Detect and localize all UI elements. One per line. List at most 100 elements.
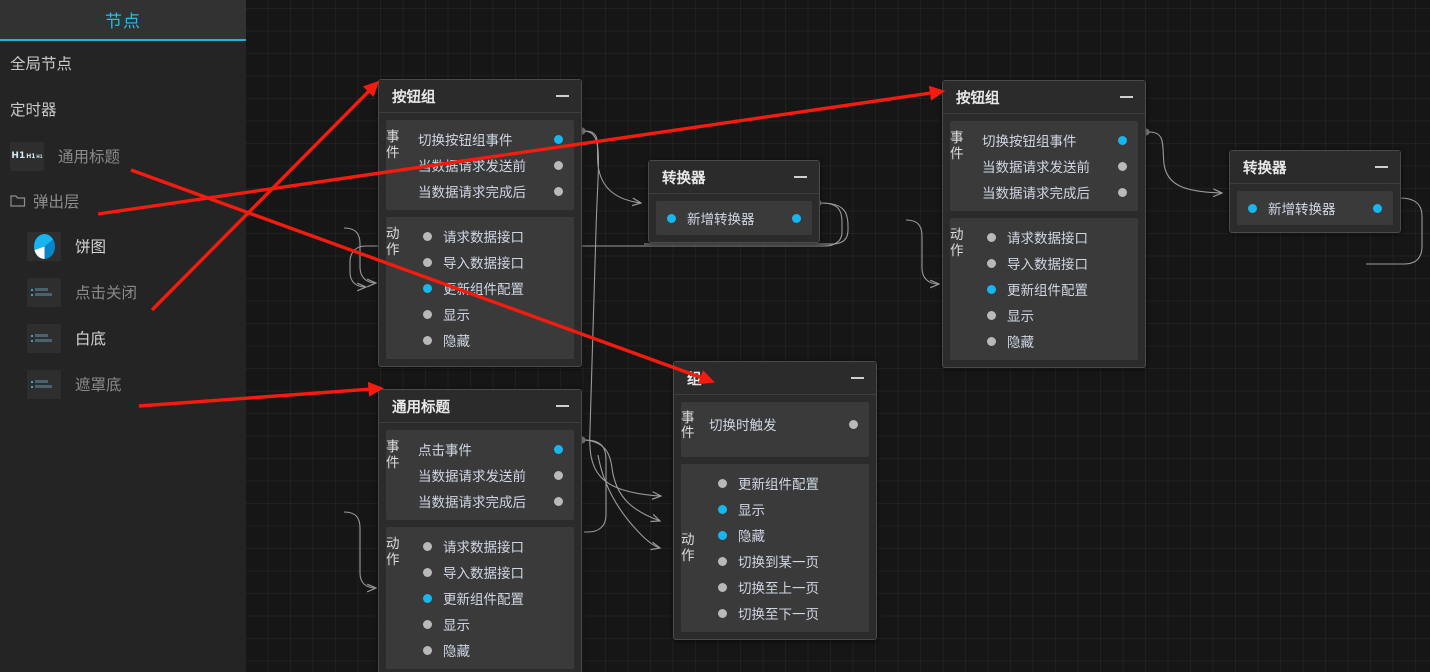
minimize-icon[interactable] — [851, 377, 864, 379]
action-row[interactable]: 请求数据接口 — [976, 224, 1138, 250]
node-converter-1[interactable]: 转换器 新增转换器 — [648, 160, 820, 243]
action-row[interactable]: 显示 — [707, 496, 869, 522]
port-dot[interactable] — [423, 619, 432, 629]
sidebar-item-common-title[interactable]: H1H1H1 通用标题 — [0, 133, 246, 179]
sidebar-item-mask-background[interactable]: 遮罩底 — [0, 361, 246, 407]
port-dot[interactable] — [554, 470, 563, 480]
action-row[interactable]: 切换至上一页 — [707, 574, 869, 600]
sidebar-item-white-background[interactable]: 白底 — [0, 315, 246, 361]
port-dot[interactable] — [423, 283, 432, 293]
action-row[interactable]: 请求数据接口 — [412, 533, 574, 559]
minimize-icon[interactable] — [794, 176, 807, 178]
sidebar-group-timer[interactable]: 定时器 — [0, 87, 246, 133]
action-row[interactable]: 导入数据接口 — [412, 559, 574, 585]
port-dot[interactable] — [718, 582, 727, 592]
action-row[interactable]: 更新组件配置 — [412, 275, 574, 301]
event-row[interactable]: 当数据请求发送前 — [412, 462, 574, 488]
sidebar-item-pie-chart[interactable]: 饼图 — [0, 223, 246, 269]
sidebar-group-global-nodes[interactable]: 全局节点 — [0, 41, 246, 87]
minimize-icon[interactable] — [556, 95, 569, 97]
port-dot[interactable] — [1118, 135, 1127, 145]
h1-heading-icon: H1H1H1 — [10, 141, 44, 171]
port-dot[interactable] — [987, 284, 996, 294]
event-row[interactable]: 当数据请求完成后 — [412, 488, 574, 514]
node-group[interactable]: 组 事件 切换时触发 动作 更新组件配置 显示 隐藏 切换到某一页 切换至上一页… — [673, 361, 877, 640]
port-dot[interactable] — [1118, 187, 1127, 197]
sidebar-item-click-close[interactable]: 点击关闭 — [0, 269, 246, 315]
action-row[interactable]: 显示 — [976, 302, 1138, 328]
sidebar-folder-popup-layer[interactable]: 弹出层 — [0, 179, 246, 223]
action-row[interactable]: 显示 — [412, 301, 574, 327]
port-dot[interactable] — [423, 593, 432, 603]
port-dot[interactable] — [1118, 161, 1127, 171]
action-row[interactable]: 隐藏 — [707, 522, 869, 548]
action-row[interactable]: 隐藏 — [412, 327, 574, 353]
port-dot[interactable] — [554, 134, 563, 144]
port-dot[interactable] — [423, 309, 432, 319]
event-row[interactable]: 当数据请求完成后 — [976, 179, 1138, 205]
port-dot[interactable] — [718, 608, 727, 618]
minimize-icon[interactable] — [556, 405, 569, 407]
event-row[interactable]: 切换按钮组事件 — [976, 127, 1138, 153]
event-row[interactable]: 当数据请求完成后 — [412, 178, 574, 204]
port-dot[interactable] — [667, 213, 676, 223]
node-converter-2[interactable]: 转换器 新增转换器 — [1229, 150, 1401, 233]
action-row[interactable]: 新增转换器 — [656, 206, 812, 230]
sidebar-tab-nodes[interactable]: 节点 — [0, 0, 246, 41]
event-row[interactable]: 切换时触发 — [703, 411, 869, 437]
action-row[interactable]: 导入数据接口 — [412, 249, 574, 275]
pie-chart-icon — [27, 231, 61, 261]
port-dot[interactable] — [849, 419, 858, 429]
port-dot[interactable] — [718, 504, 727, 514]
node-title-bar[interactable]: 转换器 — [649, 161, 819, 194]
node-btngroup-2[interactable]: 按钮组 事件 切换按钮组事件 当数据请求发送前 当数据请求完成后 动作 请求数据… — [942, 80, 1146, 368]
action-row[interactable]: 隐藏 — [412, 637, 574, 663]
action-row[interactable]: 导入数据接口 — [976, 250, 1138, 276]
port-dot[interactable] — [554, 444, 563, 454]
node-title-bar[interactable]: 通用标题 — [379, 390, 581, 423]
action-row[interactable]: 更新组件配置 — [976, 276, 1138, 302]
event-row[interactable]: 点击事件 — [412, 436, 574, 462]
event-row[interactable]: 当数据请求发送前 — [412, 152, 574, 178]
node-btngroup-1[interactable]: 按钮组 事件 切换按钮组事件 当数据请求发送前 当数据请求完成后 动作 请求数据… — [378, 79, 582, 367]
action-row[interactable]: 更新组件配置 — [707, 470, 869, 496]
node-common-title[interactable]: 通用标题 事件 点击事件 当数据请求发送前 当数据请求完成后 动作 请求数据接口… — [378, 389, 582, 672]
port-dot[interactable] — [718, 478, 727, 488]
port-dot[interactable] — [987, 310, 996, 320]
action-row[interactable]: 更新组件配置 — [412, 585, 574, 611]
port-dot[interactable] — [987, 232, 996, 242]
port-dot[interactable] — [987, 258, 996, 268]
port-dot[interactable] — [423, 257, 432, 267]
action-row[interactable]: 切换到某一页 — [707, 548, 869, 574]
port-dot[interactable] — [1373, 203, 1382, 213]
port-dot[interactable] — [554, 186, 563, 196]
port-dot[interactable] — [554, 160, 563, 170]
node-title-bar[interactable]: 按钮组 — [943, 81, 1145, 114]
port-dot[interactable] — [423, 567, 432, 577]
port-dot[interactable] — [423, 231, 432, 241]
node-title-bar[interactable]: 按钮组 — [379, 80, 581, 113]
node-title-bar[interactable]: 转换器 — [1230, 151, 1400, 184]
minimize-icon[interactable] — [1120, 96, 1133, 98]
node-actions-section: 动作 更新组件配置 显示 隐藏 切换到某一页 切换至上一页 切换至下一页 — [681, 464, 869, 632]
port-dot[interactable] — [423, 541, 432, 551]
event-row[interactable]: 切换按钮组事件 — [412, 126, 574, 152]
port-dot[interactable] — [423, 645, 432, 655]
action-row[interactable]: 隐藏 — [976, 328, 1138, 354]
minimize-icon[interactable] — [1375, 166, 1388, 168]
sidebar-item-label: 点击关闭 — [75, 284, 138, 302]
port-dot[interactable] — [1248, 203, 1257, 213]
action-row[interactable]: 切换至下一页 — [707, 600, 869, 626]
port-dot[interactable] — [423, 335, 432, 345]
port-dot[interactable] — [718, 530, 727, 540]
port-dot[interactable] — [792, 213, 801, 223]
port-dot[interactable] — [554, 496, 563, 506]
action-row[interactable]: 请求数据接口 — [412, 223, 574, 249]
event-row[interactable]: 当数据请求发送前 — [976, 153, 1138, 179]
port-dot[interactable] — [718, 556, 727, 566]
node-title-bar[interactable]: 组 — [674, 362, 876, 395]
action-row[interactable]: 显示 — [412, 611, 574, 637]
action-row[interactable]: 新增转换器 — [1237, 196, 1393, 220]
port-dot[interactable] — [987, 336, 996, 346]
node-graph-canvas[interactable]: 按钮组 事件 切换按钮组事件 当数据请求发送前 当数据请求完成后 动作 请求数据… — [246, 0, 1430, 672]
